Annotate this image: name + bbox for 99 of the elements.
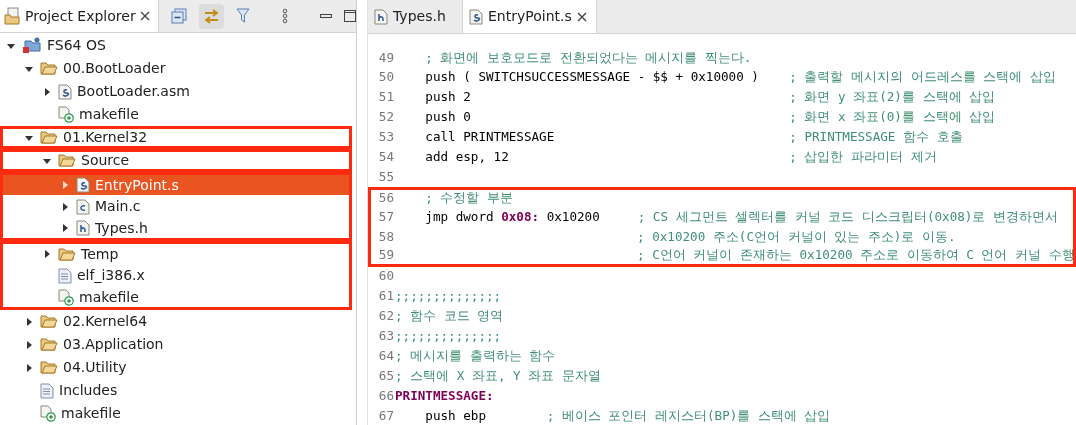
line-number: 64 (377, 346, 394, 365)
code-comment: ; 삽입한 파라미터 제거 (789, 147, 937, 166)
source-file-icon (469, 8, 483, 25)
source-file-icon (76, 177, 90, 193)
filter-icon[interactable] (236, 8, 250, 24)
code-text: PRINTMESSAGE: (395, 386, 494, 405)
tree-item[interactable]: 02.Kernel64 (0, 310, 352, 333)
tree-item[interactable]: Main.c (0, 195, 352, 218)
makefile-icon (58, 288, 74, 306)
explorer-icon (4, 7, 21, 25)
minimize-icon[interactable] (320, 13, 332, 19)
code-text: push ( SWITCHSUCCESSMESSAGE - $$ + 0x10000 ) (424, 68, 760, 87)
line-number: 63 (377, 326, 394, 345)
code-comment: ; 베이스 포인터 레지스터(BP)를 스택에 삽입 (546, 406, 831, 425)
code-comment: ;;;;;;;;;;;;;; (395, 326, 502, 345)
code-comment: ; C언어 커널이 존재하는 0x10200 주소로 이동하여 C 언어 커널 수행 (637, 245, 1075, 264)
code-comment: ; 화면 x 좌표(0)를 스택에 삽입 (789, 108, 996, 127)
tree-item[interactable]: FS64 OS (0, 34, 352, 57)
code-comment: ; 수정할 부분 (424, 189, 514, 208)
project-explorer-tab[interactable]: Project Explorer (0, 0, 159, 32)
line-number: 59 (377, 245, 394, 264)
makefile-icon (58, 106, 74, 123)
line-number: 51 (377, 88, 394, 107)
collapsed-caret-icon[interactable] (42, 86, 52, 97)
more-options-icon[interactable] (282, 8, 288, 24)
code-comment: ; 화면 y 좌표(2)를 스택에 삽입 (789, 88, 996, 107)
folder-icon (40, 130, 58, 145)
code-text: push 2 (424, 88, 472, 107)
tree-item[interactable]: 00.BootLoader (0, 57, 352, 80)
folder-icon (40, 360, 58, 375)
collapsed-caret-icon[interactable] (24, 339, 34, 350)
tree-item[interactable]: makefile (0, 287, 352, 310)
tree-item[interactable]: Temp (0, 241, 352, 264)
line-number: 49 (377, 48, 394, 67)
text-file-icon (58, 267, 72, 284)
collapsed-caret-icon[interactable] (24, 316, 34, 327)
tree-item[interactable]: BootLoader.asm (0, 80, 352, 103)
tree-item[interactable]: 01.Kernel32 (0, 126, 352, 149)
folder-icon (58, 246, 76, 262)
text-file-icon (40, 382, 54, 399)
tree-item[interactable]: Types.h (0, 218, 352, 241)
code-text: push ebp (424, 406, 487, 425)
code-comment: ; PRINTMESSAGE 함수 호출 (789, 128, 963, 147)
folder-icon (40, 337, 58, 352)
line-number: 66 (377, 386, 394, 405)
tree-item[interactable]: makefile (0, 103, 352, 126)
source-file-icon (76, 220, 90, 236)
code-comment: ;;;;;;;;;;;;;; (395, 287, 502, 306)
tree-item[interactable]: EntryPoint.s (0, 172, 352, 195)
code-text: call PRINTMESSAGE (424, 128, 556, 147)
tree-item[interactable]: Includes (0, 379, 352, 402)
editor-tab[interactable]: Types.h (368, 0, 462, 33)
close-icon[interactable] (139, 11, 150, 21)
collapsed-caret-icon[interactable] (60, 201, 70, 212)
tree-item[interactable]: 03.Application (0, 333, 352, 356)
line-number: 61 (377, 287, 394, 306)
line-number: 67 (377, 406, 394, 425)
maximize-icon[interactable] (344, 10, 356, 22)
collapsed-caret-icon[interactable] (42, 249, 52, 259)
code-comment: ; 메시지를 출력하는 함수 (395, 346, 556, 365)
tree-item[interactable]: Source (0, 149, 352, 172)
line-number: 62 (377, 307, 394, 326)
line-number: 50 (377, 68, 394, 87)
makefile-icon (40, 405, 56, 422)
folder-icon (40, 314, 58, 329)
line-number: 52 (377, 108, 394, 127)
code-text: add esp, 12 (424, 147, 510, 166)
tree-item[interactable]: elf_i386.x (0, 264, 352, 287)
collapsed-caret-icon[interactable] (24, 362, 34, 373)
code-comment: ; 스택에 X 좌표, Y 좌표 문자열 (395, 366, 601, 385)
code-comment: ; 함수 코드 영역 (395, 307, 504, 326)
code-comment: ; CS 세그먼트 셀렉터를 커널 코드 디스크립터(0x08)로 변경하면서 (637, 207, 1058, 226)
line-number: 57 (377, 207, 394, 226)
code-text: push 0 (424, 108, 472, 127)
source-file-icon (374, 8, 388, 25)
code-comment: ; 화면에 보호모드로 전환되었다는 메시지를 찍는다. (424, 48, 752, 67)
code-comment: ; 출력할 메시지의 어드레스를 스택에 삽입 (789, 68, 1056, 87)
line-number: 56 (377, 189, 394, 208)
code-comment: ; 0x10200 주소(C언어 커널이 있는 주소)로 이동. (637, 227, 956, 246)
code-text: 0x08: (501, 207, 540, 226)
source-file-icon (76, 198, 90, 215)
line-number: 55 (377, 167, 394, 186)
line-number: 54 (377, 147, 394, 166)
project-icon (22, 37, 42, 54)
tree-item[interactable]: 04.Utility (0, 356, 352, 379)
line-number: 58 (377, 227, 394, 246)
swap-arrows-icon (203, 8, 220, 24)
tree-item[interactable]: makefile (0, 402, 352, 425)
source-file-icon (58, 83, 72, 100)
close-icon[interactable] (576, 11, 587, 22)
line-number: 65 (377, 366, 394, 385)
folder-icon (40, 61, 58, 76)
editor-tab[interactable]: EntryPoint.s (462, 0, 597, 33)
line-number: 53 (377, 128, 394, 147)
collapsed-caret-icon[interactable] (60, 223, 70, 233)
code-text: jmp dword (424, 207, 495, 226)
folder-icon (58, 153, 76, 168)
code-text: 0x10200 (545, 207, 601, 226)
line-number: 60 (377, 267, 394, 286)
